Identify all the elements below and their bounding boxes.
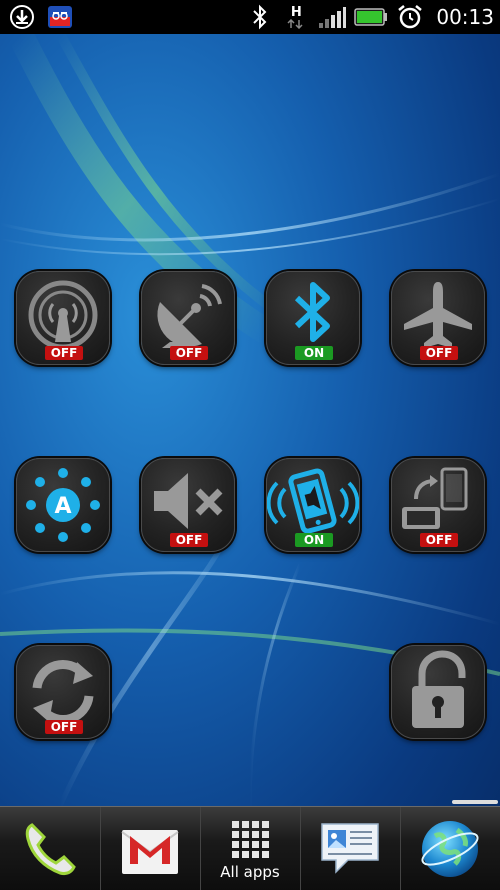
state-badge: OFF <box>420 346 458 360</box>
state-badge: OFF <box>420 533 458 547</box>
toggle-auto-brightness[interactable]: A <box>16 458 110 552</box>
state-badge: OFF <box>45 346 83 360</box>
auto-brightness-icon: A <box>26 468 100 542</box>
toggle-vibrate[interactable]: ON <box>266 458 360 552</box>
toggle-screen-lock[interactable] <box>391 645 485 739</box>
mail-button[interactable] <box>100 807 200 890</box>
state-badge: OFF <box>170 346 208 360</box>
globe-icon <box>421 820 479 877</box>
toggle-airplane-mode[interactable]: OFF <box>391 271 485 365</box>
toggle-auto-rotate[interactable]: OFF <box>391 458 485 552</box>
gmail-icon <box>121 829 179 874</box>
state-badge: OFF <box>170 533 208 547</box>
toggle-widget-grid: OFF OFF ON OFF A OFF ON OFF OFF <box>0 0 500 889</box>
state-badge: OFF <box>45 720 83 734</box>
browser-button[interactable] <box>400 807 500 890</box>
toggle-sound[interactable]: OFF <box>141 458 235 552</box>
phone-icon <box>25 822 76 875</box>
phone-button[interactable] <box>0 807 100 890</box>
toggle-wifi-hotspot[interactable]: OFF <box>16 271 110 365</box>
svg-text:A: A <box>54 494 71 519</box>
toggle-gps[interactable]: OFF <box>141 271 235 365</box>
page-indicator <box>452 800 498 804</box>
dock: All apps <box>0 806 500 890</box>
grid-icon <box>232 821 269 858</box>
messages-button[interactable] <box>300 807 400 890</box>
state-badge: ON <box>295 346 333 360</box>
all-apps-label: All apps <box>220 863 280 881</box>
unlock-icon <box>412 650 466 728</box>
state-badge: ON <box>295 533 333 547</box>
toggle-sync[interactable]: OFF <box>16 645 110 739</box>
message-icon <box>321 822 379 874</box>
toggle-bluetooth[interactable]: ON <box>266 271 360 365</box>
all-apps-button[interactable]: All apps <box>200 807 300 890</box>
